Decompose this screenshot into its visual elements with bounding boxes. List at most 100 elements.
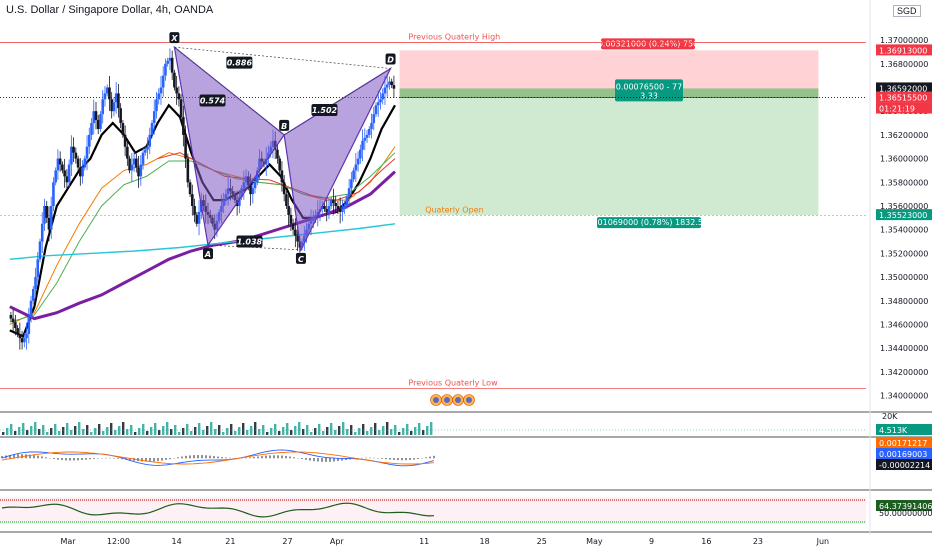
candle-body — [359, 149, 362, 159]
candle-body — [105, 87, 109, 94]
volume-bar — [250, 426, 253, 435]
macd-hist-bar — [381, 458, 383, 459]
candle-body — [117, 93, 120, 109]
volume-bar — [230, 424, 233, 435]
price-tick-label: 1.34400000 — [880, 344, 928, 353]
candle — [135, 153, 138, 173]
candle-body — [108, 87, 111, 100]
volume-bar — [2, 432, 5, 435]
event-flag-inner — [466, 397, 472, 403]
macd-hist-bar — [153, 458, 155, 462]
candle — [72, 137, 75, 163]
macd-hist-bar — [185, 455, 187, 459]
candle-body — [332, 200, 335, 204]
pattern-ratio-text: 1.038 — [237, 238, 263, 247]
candle-body — [329, 200, 333, 206]
chart-canvas[interactable]: 0.00321000 (0.24%) 750 0.00076500 - 773.3… — [0, 0, 932, 550]
price-tick-label: 1.35800000 — [880, 178, 928, 187]
macd-tag-line-text: 0.00169003 — [879, 450, 927, 459]
candle-body — [175, 87, 178, 94]
price-tick-label: 1.36800000 — [880, 60, 928, 69]
candle — [63, 158, 66, 188]
candle-body — [36, 259, 40, 278]
candle-body — [356, 158, 360, 165]
candle-body — [130, 164, 134, 171]
candle-body — [61, 164, 64, 171]
candle-body — [63, 170, 66, 177]
price-tag-text: 1.36515500 — [879, 93, 927, 102]
candle-body — [141, 152, 145, 165]
volume-bar — [314, 428, 317, 435]
macd-hist-bar — [69, 458, 71, 461]
macd-hist-bar — [77, 458, 79, 461]
macd-hist-bar — [53, 458, 55, 459]
candle — [65, 169, 69, 190]
candle-body — [79, 167, 82, 177]
candle-body — [170, 57, 174, 73]
candle — [325, 199, 329, 222]
candle — [338, 197, 342, 224]
position-zones: 0.00321000 (0.24%) 750 0.00076500 - 773.3… — [399, 38, 819, 229]
volume-bar — [310, 432, 313, 435]
candle — [361, 129, 364, 162]
macd-hist-bar — [213, 456, 215, 459]
candle-body — [112, 102, 116, 112]
pattern-ratio-text: 1.502 — [312, 106, 338, 115]
pattern-ratio: 0.886 — [226, 56, 253, 69]
candle-body — [146, 146, 149, 150]
macd-hist-bar — [217, 456, 219, 459]
volume-bar — [294, 426, 297, 435]
macd-hist-bar — [401, 458, 403, 461]
volume-bar — [282, 427, 285, 435]
candle-body — [186, 158, 190, 183]
candle-body — [123, 134, 127, 147]
candle-body — [152, 111, 156, 124]
candle — [38, 238, 42, 263]
candle-body — [327, 206, 331, 212]
volume-bar — [322, 431, 325, 435]
candle-body — [251, 188, 255, 195]
macd-hist-bar — [61, 458, 63, 461]
candle — [372, 106, 376, 131]
macd-hist-bar — [249, 457, 251, 459]
candle — [367, 126, 371, 138]
candle-body — [16, 328, 19, 334]
candle — [175, 75, 178, 105]
candle-body — [347, 188, 351, 198]
volume-bar — [54, 424, 57, 435]
candle-body — [177, 93, 181, 100]
candle — [155, 92, 158, 119]
candle-body — [157, 93, 161, 100]
pattern-ratio-line — [174, 46, 391, 69]
price-tick-label: 1.36200000 — [880, 131, 928, 140]
candle-body — [383, 87, 387, 94]
date-tick-label: Jun — [816, 537, 830, 546]
candle-body — [20, 338, 24, 343]
macd-hist-bar — [405, 458, 407, 461]
pattern-ratio-text: 0.886 — [227, 59, 253, 68]
economic-events — [430, 394, 475, 406]
macd-hist-bar — [389, 458, 391, 460]
candle — [195, 211, 199, 227]
date-tick-label: 14 — [172, 537, 182, 546]
candle-body — [323, 206, 326, 209]
candle-body — [173, 72, 176, 88]
candle — [374, 102, 378, 118]
candle-body — [150, 123, 154, 135]
candle — [128, 155, 131, 174]
macd-hist-bar — [273, 455, 275, 459]
candle — [81, 160, 84, 184]
candle-body — [135, 158, 138, 168]
candle-body — [374, 105, 378, 115]
candle — [40, 212, 44, 254]
macd-hist-bar — [93, 458, 95, 459]
price-tick-label: 1.35200000 — [880, 249, 928, 258]
candle — [173, 69, 176, 91]
candle — [137, 155, 140, 188]
volume-bar — [146, 431, 149, 435]
candle — [390, 78, 393, 89]
volume-bar — [90, 432, 93, 435]
macd-hist-bar — [257, 456, 259, 459]
candle — [370, 113, 373, 139]
macd-tag-hist: -0.00002214 — [876, 459, 932, 470]
